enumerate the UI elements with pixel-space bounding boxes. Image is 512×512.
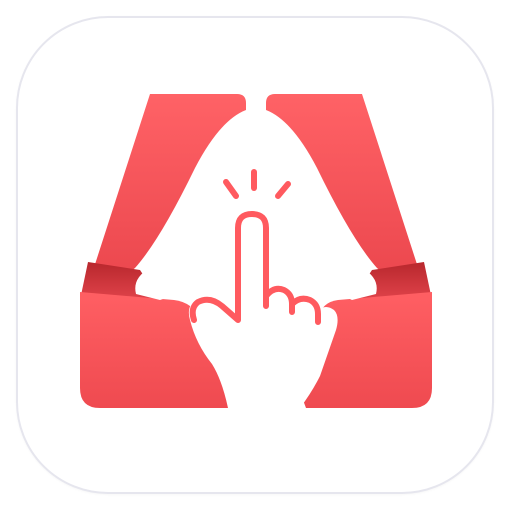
app-icon-canvas [0, 0, 512, 512]
bell-tap-logo [80, 94, 432, 408]
